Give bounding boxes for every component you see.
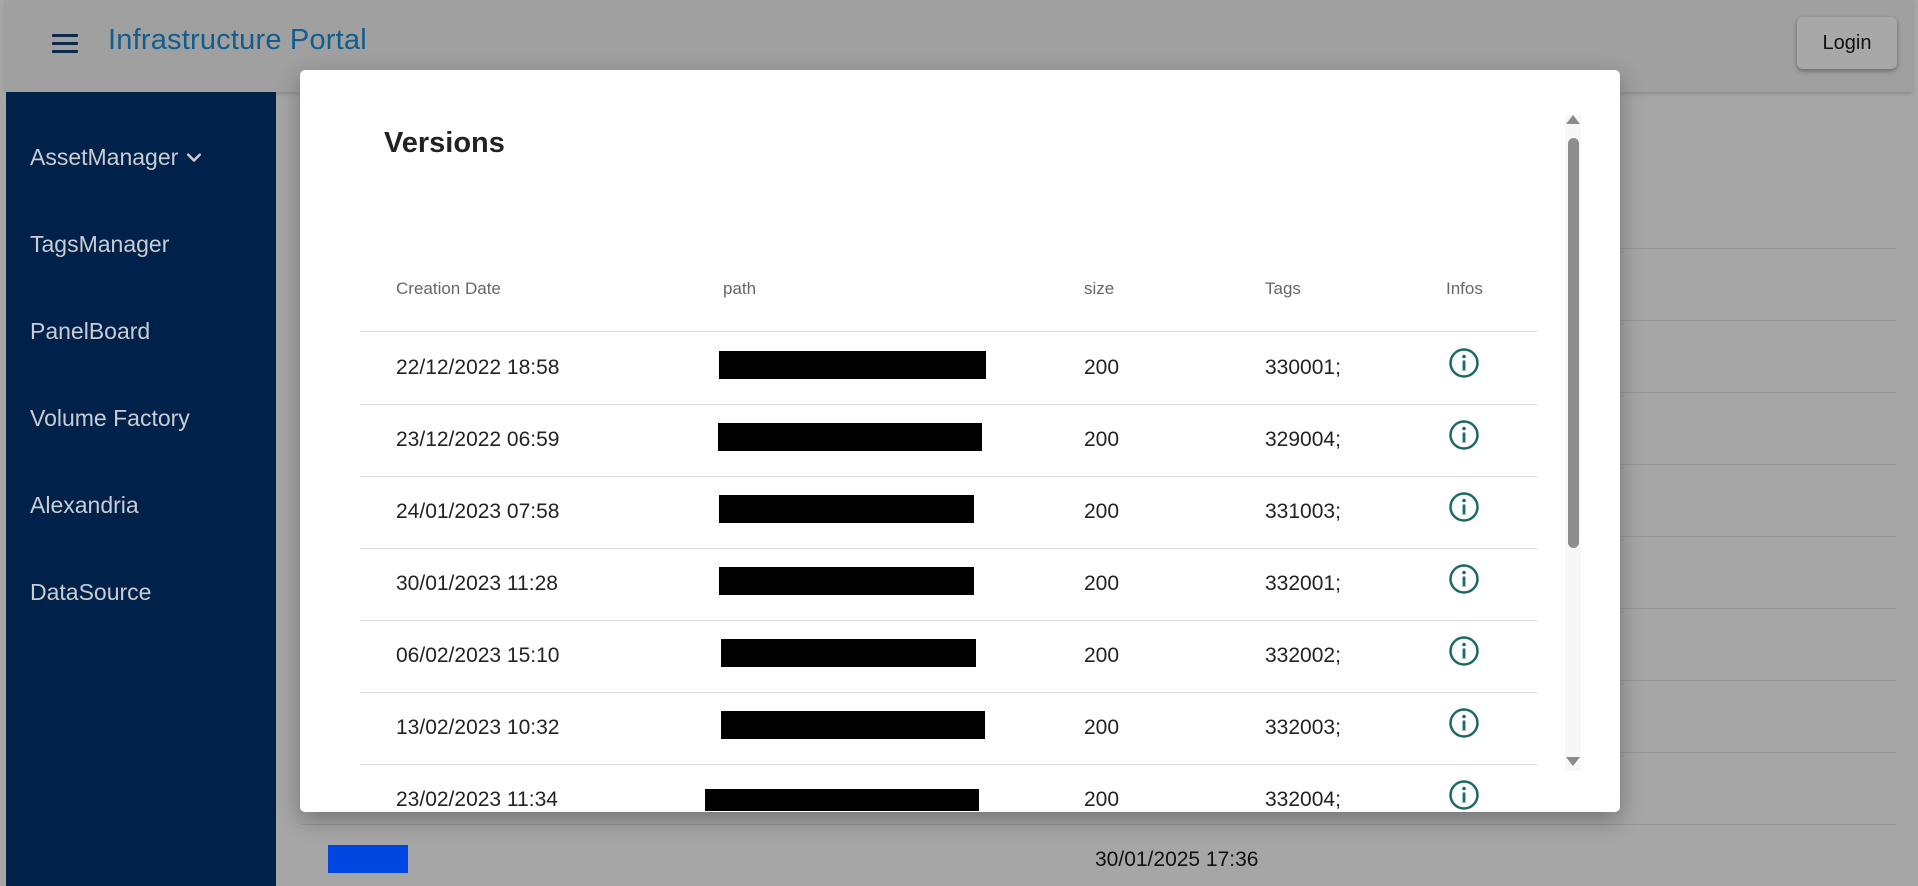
table-row[interactable]: 30/01/2023 11:28 200 332001; — [360, 548, 1538, 621]
column-header-infos[interactable]: Infos — [1446, 279, 1483, 299]
bg-status-button[interactable] — [328, 845, 408, 873]
sidebar-item-label: PanelBoard — [30, 318, 151, 344]
cell-tags: 332001; — [1265, 572, 1341, 595]
cell-tags: 329004; — [1265, 428, 1341, 451]
info-circle-icon[interactable] — [1448, 779, 1480, 811]
column-header-creation-date[interactable]: Creation Date — [396, 279, 501, 299]
sidebar-item-datasource[interactable]: DataSource — [30, 579, 151, 606]
cell-size: 200 — [1084, 356, 1120, 379]
table-row[interactable]: 23/12/2022 06:59 200 329004; — [360, 404, 1538, 477]
column-header-tags[interactable]: Tags — [1265, 279, 1301, 299]
redacted-path — [719, 495, 974, 523]
redacted-path — [718, 423, 982, 451]
table-row[interactable]: 23/02/2023 11:34 200 332004; — [360, 764, 1538, 812]
info-circle-icon[interactable] — [1448, 635, 1480, 667]
dialog-scrollbar[interactable] — [1565, 115, 1581, 771]
sidebar: AssetManager TagsManager PanelBoard Volu… — [6, 92, 276, 886]
cell-size: 200 — [1084, 500, 1120, 523]
scroll-thumb[interactable] — [1568, 138, 1579, 548]
redacted-path — [721, 639, 976, 667]
sidebar-item-tagsmanager[interactable]: TagsManager — [30, 231, 169, 258]
sidebar-item-assetmanager[interactable]: AssetManager — [30, 144, 204, 171]
cell-size: 200 — [1084, 644, 1120, 667]
table-row[interactable]: 24/01/2023 07:58 200 331003; — [360, 476, 1538, 549]
bg-row-divider — [300, 824, 1896, 825]
sidebar-item-alexandria[interactable]: Alexandria — [30, 492, 139, 519]
cell-size: 200 — [1084, 572, 1120, 595]
sidebar-item-label: TagsManager — [30, 231, 170, 257]
bg-date-text: 30/01/2025 17:36 — [1095, 848, 1259, 871]
sidebar-item-label: Alexandria — [30, 492, 139, 518]
versions-dialog: Versions Creation Date path size Tags In… — [300, 70, 1620, 812]
sidebar-item-label: AssetManager — [30, 144, 179, 170]
cell-creation-date: 23/02/2023 11:34 — [396, 788, 558, 811]
cell-tags: 331003; — [1265, 500, 1341, 523]
sidebar-item-label: DataSource — [30, 579, 152, 605]
cell-size: 200 — [1084, 716, 1120, 739]
dialog-title: Versions — [384, 127, 505, 159]
app-title: Infrastructure Portal — [108, 24, 367, 56]
info-circle-icon[interactable] — [1448, 563, 1480, 595]
cell-creation-date: 30/01/2023 11:28 — [396, 572, 558, 595]
menu-icon[interactable] — [48, 30, 82, 58]
login-button[interactable]: Login — [1797, 17, 1897, 69]
cell-creation-date: 23/12/2022 06:59 — [396, 428, 560, 451]
column-header-path[interactable]: path — [723, 279, 756, 299]
cell-creation-date: 22/12/2022 18:58 — [396, 356, 560, 379]
scroll-up-arrow-icon[interactable] — [1566, 115, 1580, 124]
table-row[interactable]: 13/02/2023 10:32 200 332003; — [360, 692, 1538, 765]
cell-size: 200 — [1084, 788, 1120, 811]
cell-tags: 332002; — [1265, 644, 1341, 667]
info-circle-icon[interactable] — [1448, 491, 1480, 523]
info-circle-icon[interactable] — [1448, 347, 1480, 379]
cell-creation-date: 06/02/2023 15:10 — [396, 644, 560, 667]
sidebar-item-volume-factory[interactable]: Volume Factory — [30, 405, 190, 432]
table-row[interactable]: 06/02/2023 15:10 200 332002; — [360, 620, 1538, 693]
cell-creation-date: 24/01/2023 07:58 — [396, 500, 560, 523]
cell-creation-date: 13/02/2023 10:32 — [396, 716, 560, 739]
scroll-down-arrow-icon[interactable] — [1566, 757, 1580, 766]
info-circle-icon[interactable] — [1448, 707, 1480, 739]
redacted-path — [719, 351, 986, 379]
redacted-path — [719, 567, 974, 595]
cell-size: 200 — [1084, 428, 1120, 451]
table-row[interactable]: 22/12/2022 18:58 200 330001; — [360, 332, 1538, 405]
cell-tags: 332004; — [1265, 788, 1341, 811]
redacted-path — [705, 789, 979, 811]
info-circle-icon[interactable] — [1448, 419, 1480, 451]
column-header-size[interactable]: size — [1084, 279, 1114, 299]
cell-tags: 330001; — [1265, 356, 1341, 379]
chevron-down-icon — [187, 152, 202, 162]
cell-tags: 332003; — [1265, 716, 1341, 739]
versions-table: Creation Date path size Tags Infos 22/12… — [360, 240, 1538, 812]
sidebar-item-label: Volume Factory — [30, 405, 190, 431]
redacted-path — [721, 711, 985, 739]
sidebar-item-panelboard[interactable]: PanelBoard — [30, 318, 150, 345]
